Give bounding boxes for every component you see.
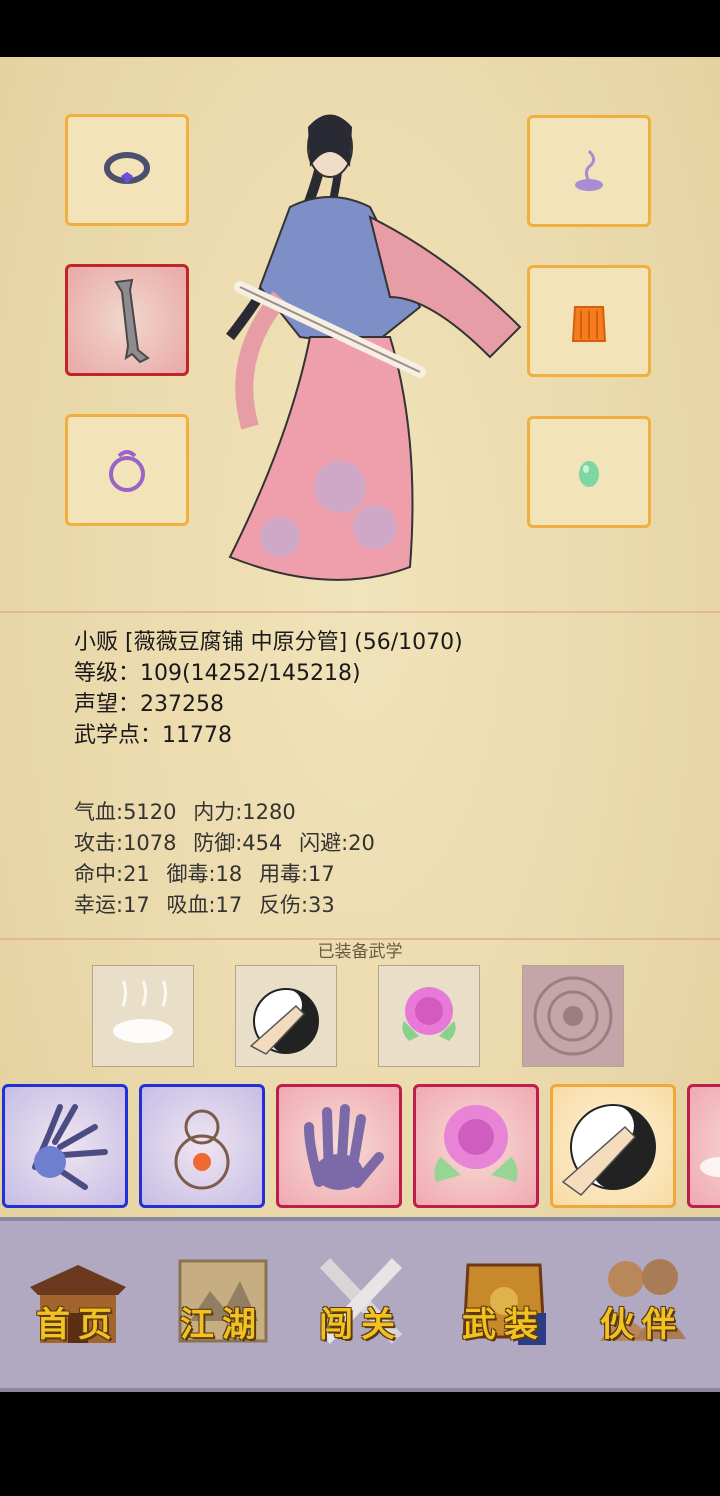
hero-portrait (226, 114, 522, 581)
taiji-palm-icon (249, 988, 319, 1055)
rose-icon (402, 987, 456, 1041)
nav-challenge[interactable]: 闯关 (289, 1221, 433, 1388)
equip-slot-incense[interactable] (527, 115, 651, 227)
status-bar (0, 0, 720, 57)
skill-card-3[interactable] (276, 1084, 402, 1208)
stats-row: 气血:5120 内力:1280 (74, 797, 385, 828)
skill-card-4[interactable] (413, 1084, 539, 1208)
stats-row: 幸运:17 吸血:17 反伤:33 (74, 890, 385, 921)
rose-icon (434, 1105, 518, 1182)
skill-card-1[interactable] (2, 1084, 128, 1208)
character-reputation: 声望：237258 (74, 692, 224, 717)
nav-jianghu-label: 江湖 (180, 1305, 264, 1345)
stat-hp: 气血:5120 (74, 800, 177, 824)
equip-slot-weapon[interactable] (65, 264, 189, 376)
character-martial-points: 武学点：11778 (74, 723, 232, 748)
nav-home[interactable]: 首页 (6, 1221, 150, 1388)
mist-icon (700, 1157, 720, 1177)
character-info: 小贩 [薇薇豆腐铺 中原分管] (56/1070) 等级：109(14252/1… (74, 627, 463, 751)
character-screen: 小贩 [薇薇豆腐铺 中原分管] (56/1070) 等级：109(14252/1… (0, 57, 720, 1392)
palm-icon (304, 1104, 384, 1190)
nav-partner-label: 伙伴 (600, 1305, 684, 1345)
system-nav-area (0, 1392, 720, 1496)
sword-icon (114, 278, 150, 364)
stat-defense: 防御:454 (193, 831, 283, 855)
equip-slot-ring[interactable] (65, 114, 189, 226)
nav-home-label: 首页 (36, 1305, 120, 1345)
bottom-nav: 首页 江湖 闯关 武装 伙伴 (0, 1217, 720, 1392)
taiji-palm-icon (561, 1104, 656, 1196)
seal-icon (533, 976, 613, 1056)
stat-attack: 攻击:1078 (74, 831, 177, 855)
jade-icon (579, 461, 599, 487)
gourd-icon (174, 1109, 230, 1190)
stat-lifesteal: 吸血:17 (166, 893, 243, 917)
stat-mp: 内力:1280 (193, 800, 296, 824)
stat-dodge: 闪避:20 (299, 831, 375, 855)
character-title: 小贩 [薇薇豆腐铺 中原分管] (56/1070) (74, 630, 463, 655)
divider-top (0, 611, 720, 613)
bracelet-icon (109, 450, 145, 492)
stats-row: 命中:21 御毒:18 用毒:17 (74, 859, 385, 890)
character-level: 等级：109(14252/145218) (74, 661, 361, 686)
skill-card-2[interactable] (139, 1084, 265, 1208)
ring-icon (104, 152, 150, 184)
stats-row: 攻击:1078 防御:454 闪避:20 (74, 828, 385, 859)
stat-poison-resist: 御毒:18 (166, 862, 243, 886)
nav-jianghu[interactable]: 江湖 (150, 1221, 294, 1388)
equip-slot-jade[interactable] (527, 416, 651, 528)
skill-card-5[interactable] (550, 1084, 676, 1208)
equip-slot-armor[interactable] (527, 265, 651, 377)
stat-poison: 用毒:17 (258, 862, 335, 886)
equipped-skills-title: 已装备武学 (317, 942, 403, 962)
equipped-skill-2[interactable] (235, 965, 337, 1067)
armor-icon (571, 306, 607, 342)
stat-luck: 幸运:17 (74, 893, 150, 917)
nav-equipment-label: 武装 (462, 1305, 546, 1345)
stat-hit: 命中:21 (74, 862, 150, 886)
stat-reflect: 反伤:33 (258, 893, 335, 917)
mist-icon (113, 980, 173, 1043)
nav-equipment[interactable]: 武装 (432, 1221, 576, 1388)
nav-partner[interactable]: 伙伴 (570, 1221, 714, 1388)
equip-slot-bracelet[interactable] (65, 414, 189, 526)
equipped-skill-1[interactable] (92, 965, 194, 1067)
equipped-skill-4[interactable] (522, 965, 624, 1067)
nav-challenge-label: 闯关 (319, 1305, 403, 1345)
skill-card-6[interactable] (687, 1084, 720, 1208)
equipped-skill-3[interactable] (378, 965, 480, 1067)
incense-icon (575, 149, 603, 191)
claw-hand-icon (32, 1104, 108, 1190)
stats-panel: 气血:5120 内力:1280 攻击:1078 防御:454 闪避:20 命中:… (74, 797, 385, 921)
